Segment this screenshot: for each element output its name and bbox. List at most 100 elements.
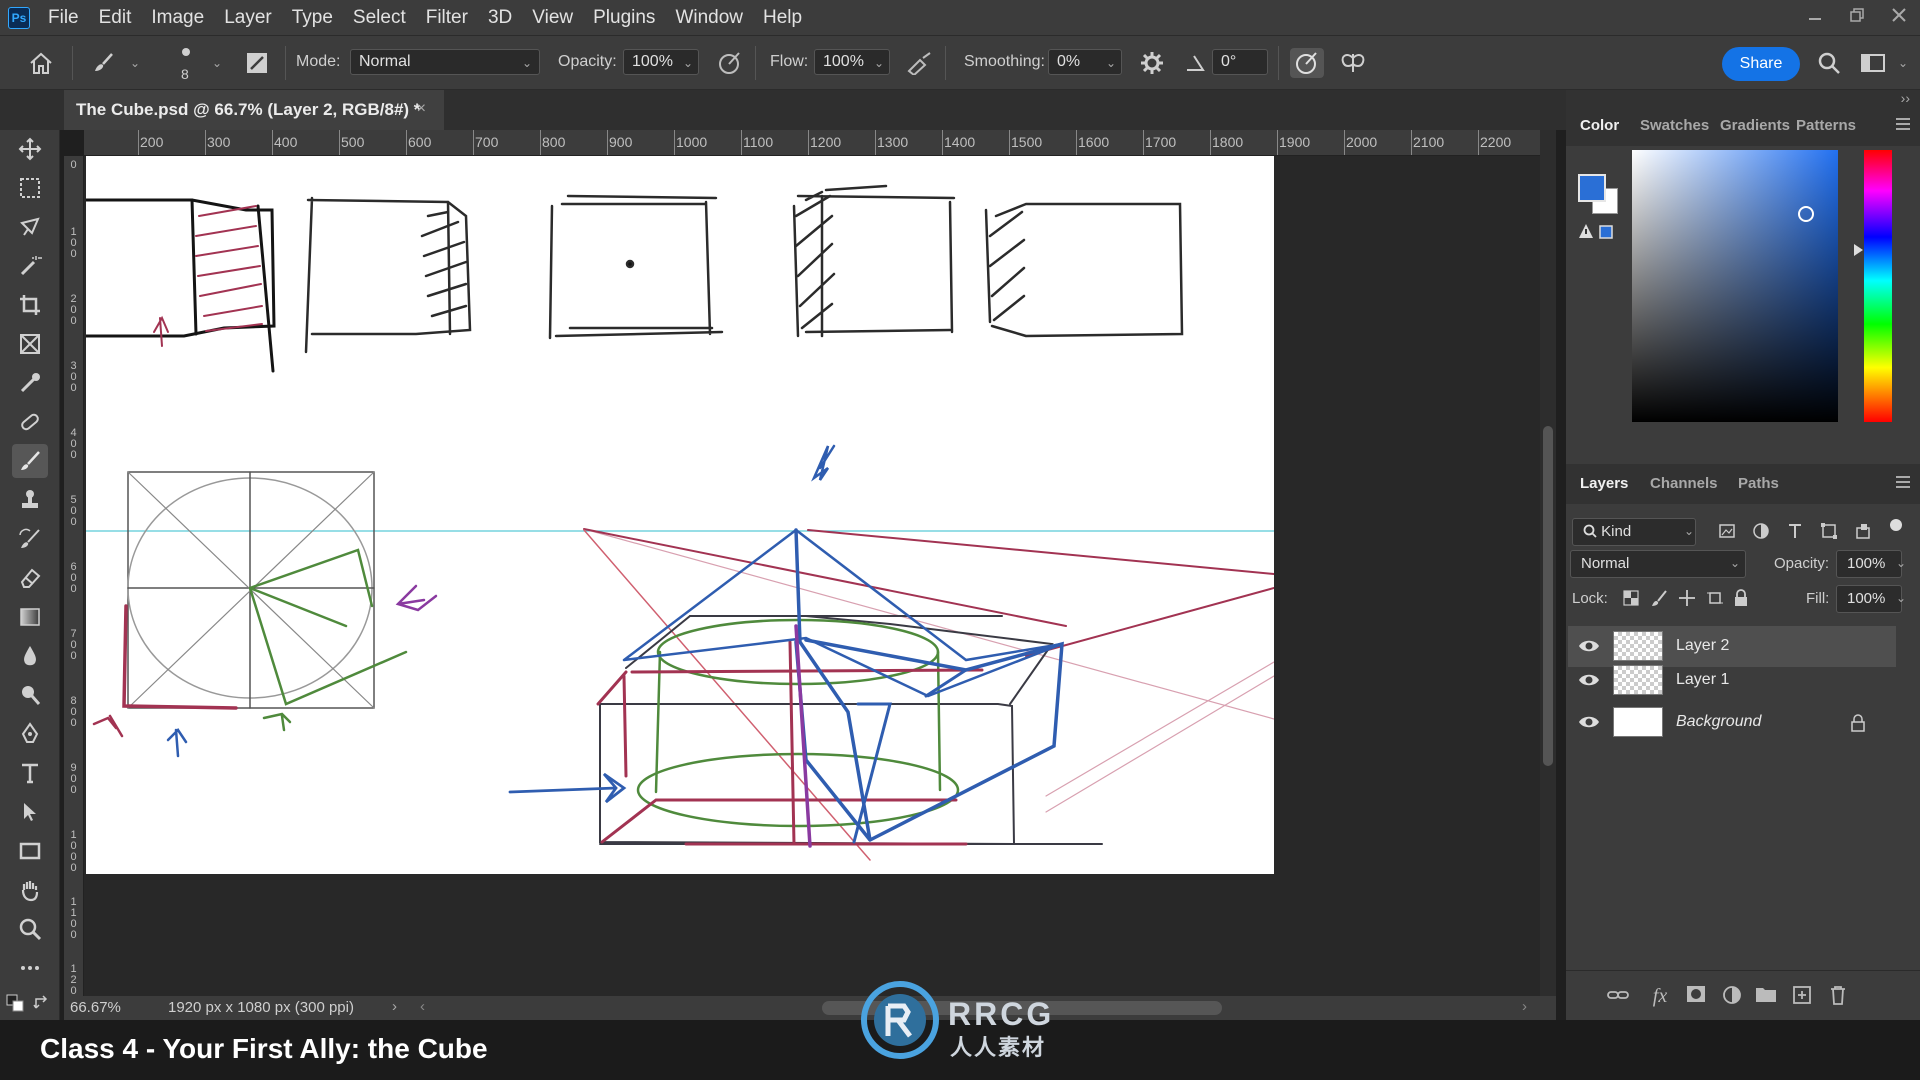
- lock-image-icon[interactable]: [1650, 589, 1668, 612]
- magic-wand-icon[interactable]: [12, 249, 48, 283]
- menu-view[interactable]: View: [532, 7, 573, 29]
- new-layer-icon[interactable]: [1790, 985, 1814, 1007]
- visibility-eye-icon[interactable]: [1578, 714, 1600, 730]
- gradient-icon[interactable]: [12, 600, 48, 634]
- brush-icon[interactable]: [12, 444, 48, 478]
- hue-slider[interactable]: [1864, 150, 1892, 422]
- pressure-size-icon[interactable]: [1290, 48, 1324, 78]
- vertical-scroll-thumb[interactable]: [1543, 426, 1553, 766]
- lock-artboard-icon[interactable]: [1706, 589, 1724, 612]
- artboard[interactable]: [84, 156, 1275, 874]
- color-swatch-icon[interactable]: [6, 994, 28, 1019]
- layer-effects-icon[interactable]: fx: [1648, 985, 1672, 1007]
- healing-icon[interactable]: [12, 405, 48, 439]
- blur-icon[interactable]: [12, 639, 48, 673]
- lock-position-icon[interactable]: [1678, 589, 1696, 612]
- new-group-icon[interactable]: [1754, 985, 1778, 1007]
- pen-icon[interactable]: [12, 717, 48, 751]
- workspace-caret-icon[interactable]: ⌄: [1898, 56, 1908, 70]
- add-mask-icon[interactable]: [1684, 985, 1708, 1007]
- filter-adjustment-icon[interactable]: [1752, 522, 1770, 545]
- blend-mode-select[interactable]: Normal: [1570, 550, 1746, 578]
- menu-plugins[interactable]: Plugins: [593, 7, 655, 29]
- marquee-icon[interactable]: [12, 171, 48, 205]
- layers-panel-menu-icon[interactable]: [1896, 476, 1910, 488]
- frame-icon[interactable]: [12, 327, 48, 361]
- new-adjustment-icon[interactable]: [1720, 985, 1744, 1007]
- tab-color[interactable]: Color: [1580, 117, 1619, 134]
- color-picker-cursor[interactable]: [1798, 206, 1814, 222]
- brush-size-caret-icon[interactable]: ⌄: [212, 56, 222, 70]
- menu-window[interactable]: Window: [675, 7, 743, 29]
- filter-smart-object-icon[interactable]: [1854, 522, 1872, 545]
- foreground-color-swatch[interactable]: [1578, 174, 1606, 202]
- eraser-icon[interactable]: [12, 561, 48, 595]
- search-icon[interactable]: [1814, 48, 1844, 78]
- home-icon[interactable]: [26, 48, 56, 78]
- close-window-icon[interactable]: [1878, 0, 1920, 30]
- menu-layer[interactable]: Layer: [224, 7, 272, 29]
- fill-field[interactable]: 100%: [1836, 585, 1902, 613]
- pressure-opacity-icon[interactable]: [715, 48, 745, 78]
- more-icon[interactable]: [12, 951, 48, 985]
- hand-icon[interactable]: [12, 873, 48, 907]
- layer-row[interactable]: Layer 1: [1568, 660, 1896, 701]
- brush-preset-icon[interactable]: [88, 48, 118, 78]
- rectangle-icon[interactable]: [12, 834, 48, 868]
- scroll-left-icon[interactable]: ‹: [420, 998, 425, 1015]
- stamp-icon[interactable]: [12, 483, 48, 517]
- restore-icon[interactable]: [1836, 0, 1878, 30]
- brush-settings-icon[interactable]: [242, 48, 272, 78]
- menu-filter[interactable]: Filter: [426, 7, 468, 29]
- brush-preset-caret-icon[interactable]: ⌄: [130, 56, 140, 70]
- status-more-icon[interactable]: ›: [392, 998, 397, 1015]
- visibility-eye-icon[interactable]: [1578, 672, 1600, 688]
- collapse-panels-icon[interactable]: ››: [1901, 90, 1910, 106]
- canvas-area[interactable]: [84, 156, 1540, 996]
- tab-swatches[interactable]: Swatches: [1640, 117, 1709, 134]
- smoothing-gear-icon[interactable]: [1137, 48, 1167, 78]
- lock-all-icon[interactable]: [1732, 589, 1750, 612]
- swap-colors-icon[interactable]: [32, 994, 52, 1019]
- eyedropper-icon[interactable]: [12, 366, 48, 400]
- document-tab[interactable]: The Cube.psd @ 66.7% (Layer 2, RGB/8#) *…: [64, 90, 444, 130]
- delete-layer-icon[interactable]: [1826, 985, 1850, 1007]
- workspace-icon[interactable]: [1858, 48, 1888, 78]
- path-select-icon[interactable]: [12, 795, 48, 829]
- move-icon[interactable]: [12, 132, 48, 166]
- visibility-eye-icon[interactable]: [1578, 638, 1600, 654]
- menu-type[interactable]: Type: [292, 7, 333, 29]
- type-icon[interactable]: [12, 756, 48, 790]
- menu-file[interactable]: File: [48, 7, 79, 29]
- minimize-icon[interactable]: [1794, 0, 1836, 30]
- layer-filter-select[interactable]: Kind: [1572, 518, 1696, 546]
- color-picker-field[interactable]: [1632, 150, 1838, 422]
- menu-help[interactable]: Help: [763, 7, 802, 29]
- airbrush-icon[interactable]: [905, 48, 935, 78]
- tab-paths[interactable]: Paths: [1738, 475, 1779, 492]
- angle-field[interactable]: 0°: [1212, 49, 1268, 75]
- layer-opacity-field[interactable]: 100%: [1836, 550, 1902, 578]
- link-layers-icon[interactable]: [1606, 985, 1630, 1007]
- filter-pixel-icon[interactable]: [1718, 522, 1736, 545]
- filter-shape-icon[interactable]: [1820, 522, 1838, 545]
- lock-transparent-icon[interactable]: [1622, 589, 1640, 612]
- filter-toggle[interactable]: [1884, 518, 1906, 531]
- color-panel-menu-icon[interactable]: [1896, 118, 1910, 130]
- hue-slider-handle-icon[interactable]: [1854, 244, 1863, 256]
- layer-row[interactable]: Background: [1568, 702, 1896, 743]
- tab-channels[interactable]: Channels: [1650, 475, 1718, 492]
- tab-layers[interactable]: Layers: [1580, 475, 1628, 492]
- tab-gradients[interactable]: Gradients: [1720, 117, 1790, 134]
- menu-3d[interactable]: 3D: [488, 7, 512, 29]
- dodge-icon[interactable]: [12, 678, 48, 712]
- crop-icon[interactable]: [12, 288, 48, 322]
- zoom-icon[interactable]: [12, 912, 48, 946]
- share-button[interactable]: Share: [1722, 47, 1800, 81]
- mode-select[interactable]: Normal: [350, 49, 540, 75]
- lasso-icon[interactable]: [12, 210, 48, 244]
- filter-type-icon[interactable]: [1786, 522, 1804, 545]
- zoom-level[interactable]: 66.67%: [70, 999, 121, 1016]
- vertical-scrollbar[interactable]: [1540, 130, 1556, 996]
- symmetry-icon[interactable]: [1338, 48, 1368, 78]
